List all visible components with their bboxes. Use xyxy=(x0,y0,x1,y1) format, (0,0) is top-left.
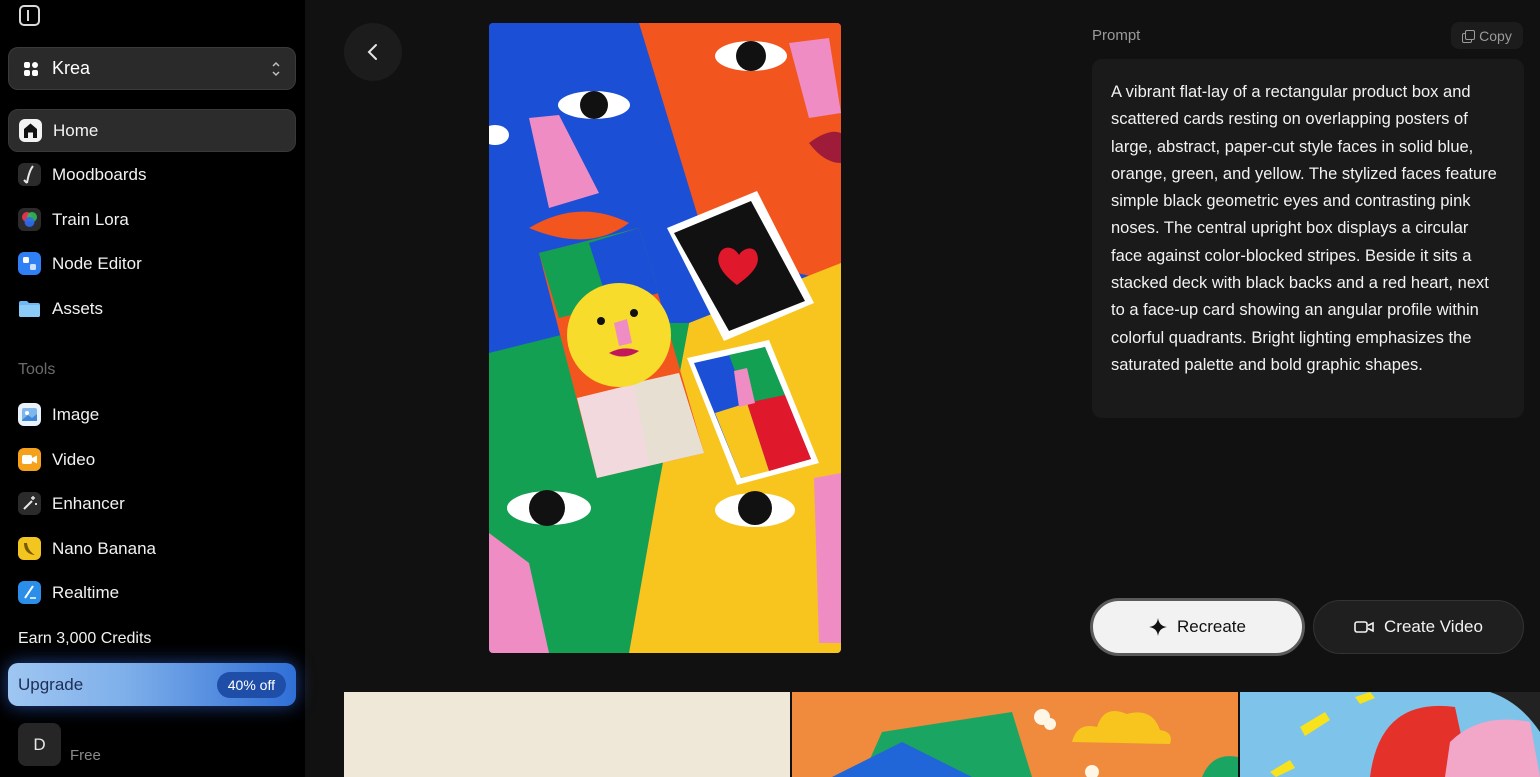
copy-icon xyxy=(1462,29,1476,43)
nav-item-moodboards[interactable]: Moodboards xyxy=(8,153,296,196)
tool-label: Video xyxy=(52,449,96,469)
generated-image[interactable] xyxy=(489,23,841,653)
workspace-name: Krea xyxy=(52,58,91,78)
sparkle-icon xyxy=(1149,618,1167,636)
nav-label: Node Editor xyxy=(52,253,142,273)
krea-logo-icon xyxy=(24,61,38,76)
tool-label: Image xyxy=(52,404,100,424)
moodboards-icon xyxy=(18,163,41,186)
back-button[interactable] xyxy=(344,23,402,81)
tool-item-video[interactable]: Video xyxy=(8,438,296,481)
nav-item-node-editor[interactable]: Node Editor xyxy=(8,242,296,285)
chevron-up-down-icon xyxy=(271,59,281,79)
user-plan: Free xyxy=(70,747,101,764)
related-images-strip xyxy=(344,692,1540,777)
tool-item-nano-banana[interactable]: Nano Banana xyxy=(8,527,296,570)
tool-item-realtime[interactable]: Realtime xyxy=(8,571,296,614)
discount-badge: 40% off xyxy=(216,672,286,698)
enhancer-icon xyxy=(18,492,41,515)
recreate-label: Recreate xyxy=(1177,617,1246,636)
thumbnail-artwork xyxy=(1270,692,1540,777)
nav-label: Home xyxy=(53,120,99,140)
thumbnail-artwork xyxy=(832,709,1238,777)
sidebar-toggle-icon[interactable] xyxy=(19,5,40,26)
user-avatar[interactable]: D xyxy=(18,723,61,766)
nav-item-home[interactable]: Home xyxy=(8,109,296,152)
earn-credits-link[interactable]: Earn 3,000 Credits xyxy=(18,630,151,648)
prompt-label: Prompt xyxy=(1092,27,1141,44)
related-image-thumbnail[interactable] xyxy=(344,692,790,777)
nav-label: Train Lora xyxy=(52,209,129,229)
create-video-button[interactable]: Create Video xyxy=(1313,600,1524,654)
copy-label: Copy xyxy=(1479,27,1512,44)
tool-label: Nano Banana xyxy=(52,538,156,558)
train-lora-icon xyxy=(18,208,41,231)
chevron-left-icon xyxy=(367,44,377,60)
video-camera-icon xyxy=(1354,621,1374,633)
app-window: Krea Home Moodboards Train Lora Node Edi… xyxy=(0,0,1540,777)
node-editor-icon xyxy=(18,252,41,275)
prompt-text: A vibrant flat-lay of a rectangular prod… xyxy=(1092,59,1524,418)
recreate-button[interactable]: Recreate xyxy=(1090,598,1305,656)
image-icon xyxy=(18,403,41,426)
nav-item-assets[interactable]: Assets xyxy=(8,287,296,330)
sidebar: Krea Home Moodboards Train Lora Node Edi… xyxy=(0,0,305,777)
create-video-label: Create Video xyxy=(1384,617,1483,636)
nav-label: Assets xyxy=(52,298,104,318)
generated-image-artwork xyxy=(489,23,841,653)
nav-label: Moodboards xyxy=(52,164,147,184)
tool-label: Realtime xyxy=(52,582,120,602)
folder-icon xyxy=(18,297,41,320)
copy-button[interactable]: Copy xyxy=(1451,22,1523,49)
video-icon xyxy=(18,448,41,471)
banana-icon xyxy=(18,537,41,560)
tool-item-enhancer[interactable]: Enhancer xyxy=(8,482,296,525)
tool-item-image[interactable]: Image xyxy=(8,393,296,436)
home-icon xyxy=(19,119,42,142)
upgrade-label: Upgrade xyxy=(18,674,84,694)
upgrade-button[interactable]: Upgrade 40% off xyxy=(8,663,296,706)
tool-label: Enhancer xyxy=(52,493,125,513)
tools-section-title: Tools xyxy=(18,361,56,378)
related-image-thumbnail[interactable] xyxy=(792,692,1238,777)
nav-item-train-lora[interactable]: Train Lora xyxy=(8,198,296,241)
related-image-thumbnail[interactable] xyxy=(1240,692,1540,777)
realtime-icon xyxy=(18,581,41,604)
workspace-switcher[interactable]: Krea xyxy=(8,47,296,90)
